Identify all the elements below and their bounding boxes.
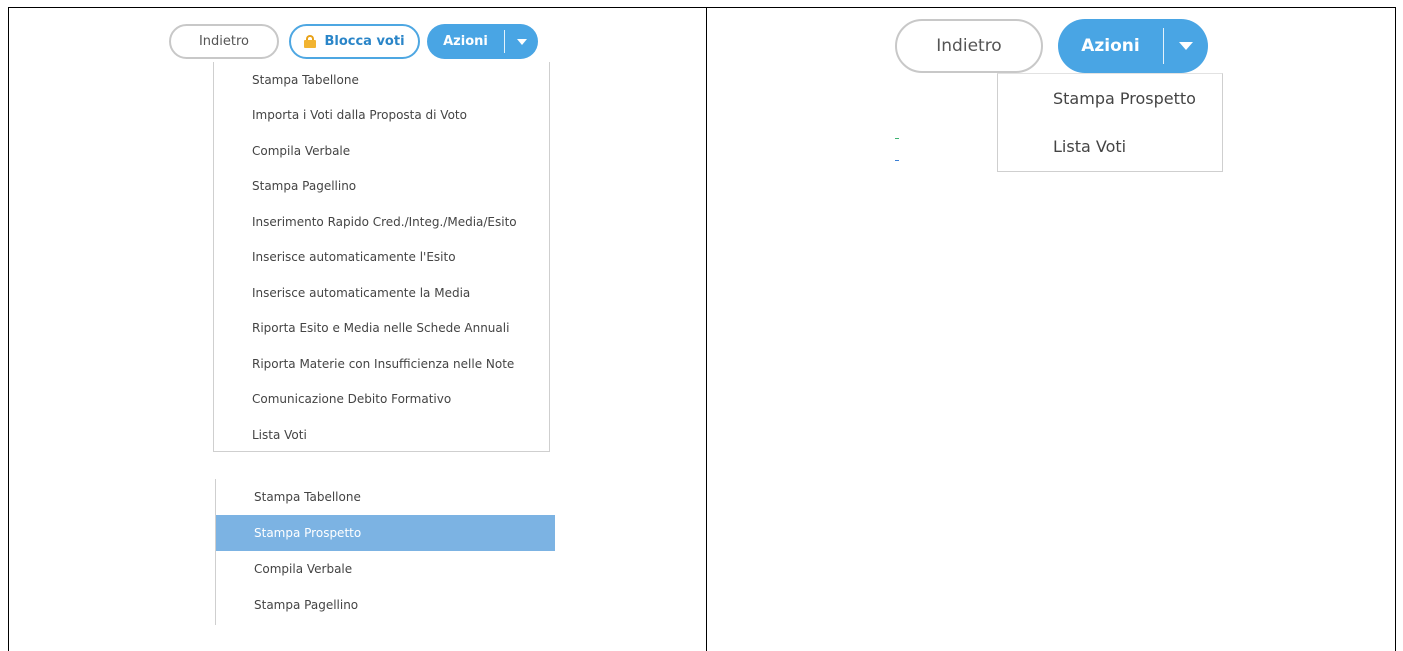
green-tick-mark xyxy=(895,138,899,139)
lock-grades-label: Blocca voti xyxy=(324,34,405,49)
back-button-right-label: Indietro xyxy=(936,36,1002,56)
menu-item-riporta-materie[interactable]: Riporta Materie con Insufficienza nelle … xyxy=(214,346,549,382)
back-button[interactable]: Indietro xyxy=(169,24,279,59)
print-menu-item-stampa-pagellino[interactable]: Stampa Pagellino xyxy=(216,587,555,623)
menu-item-riporta-esito-media[interactable]: Riporta Esito e Media nelle Schede Annua… xyxy=(214,311,549,347)
actions-button-label: Azioni xyxy=(443,34,488,49)
menu-item-stampa-prospetto[interactable]: Stampa Prospetto xyxy=(998,74,1222,122)
actions-dropdown-toggle-right[interactable] xyxy=(1164,19,1208,73)
print-menu-item-compila-verbale[interactable]: Compila Verbale xyxy=(216,551,555,587)
actions-split-button-right[interactable]: Azioni xyxy=(1058,19,1208,73)
back-button-label: Indietro xyxy=(198,34,250,49)
print-menu-item-stampa-tabellone[interactable]: Stampa Tabellone xyxy=(216,479,555,515)
blue-tick-mark xyxy=(895,160,899,161)
menu-item-compila-verbale[interactable]: Compila Verbale xyxy=(214,133,549,169)
print-menu-item-stampa-prospetto[interactable]: Stampa Prospetto xyxy=(216,515,555,551)
caret-down-icon xyxy=(1179,42,1193,50)
caret-down-icon xyxy=(516,38,527,45)
menu-item-stampa-tabellone[interactable]: Stampa Tabellone xyxy=(214,62,549,98)
menu-item-inserisce-media[interactable]: Inserisce automaticamente la Media xyxy=(214,275,549,311)
actions-button-right-label: Azioni xyxy=(1081,36,1140,56)
actions-button-right[interactable]: Azioni xyxy=(1058,19,1163,73)
actions-menu: Stampa Tabellone Importa i Voti dalla Pr… xyxy=(213,62,550,452)
actions-dropdown-toggle[interactable] xyxy=(505,24,538,59)
right-panel: Indietro Azioni Stampa Prospetto Lista V… xyxy=(707,7,1396,651)
back-button-right[interactable]: Indietro xyxy=(895,19,1043,73)
lock-icon xyxy=(304,35,317,48)
menu-item-lista-voti-right[interactable]: Lista Voti xyxy=(998,122,1222,170)
menu-item-stampa-pagellino[interactable]: Stampa Pagellino xyxy=(214,169,549,205)
menu-item-lista-voti[interactable]: Lista Voti xyxy=(214,417,549,453)
actions-button[interactable]: Azioni xyxy=(427,24,504,59)
menu-item-inserisce-esito[interactable]: Inserisce automaticamente l'Esito xyxy=(214,240,549,276)
menu-item-importa-voti[interactable]: Importa i Voti dalla Proposta di Voto xyxy=(214,98,549,134)
lock-grades-button[interactable]: Blocca voti xyxy=(289,24,420,59)
left-panel: Indietro Blocca voti Azioni Stampa Tabel… xyxy=(8,7,707,651)
actions-menu-right: Stampa Prospetto Lista Voti xyxy=(997,73,1223,172)
actions-split-button[interactable]: Azioni xyxy=(427,24,538,59)
menu-item-debito-formativo[interactable]: Comunicazione Debito Formativo xyxy=(214,382,549,418)
print-menu: Stampa Tabellone Stampa Prospetto Compil… xyxy=(215,479,555,625)
menu-item-inserimento-rapido[interactable]: Inserimento Rapido Cred./Integ./Media/Es… xyxy=(214,204,549,240)
